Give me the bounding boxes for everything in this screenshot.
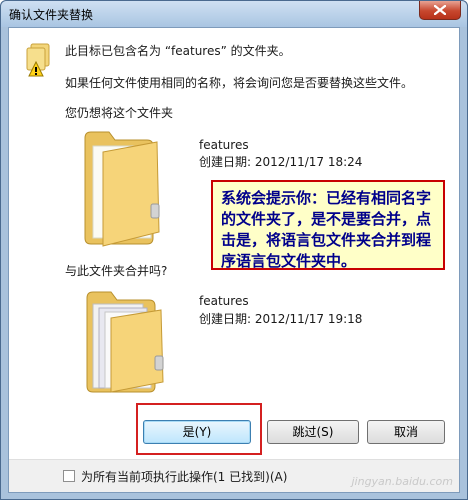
skip-button[interactable]: 跳过(S) (267, 420, 359, 444)
target-folder-name: features (199, 294, 249, 308)
confirm-folder-replace-dialog: 确认文件夹替换 此目标已包含名为 “features” 的文件夹。 如果任何文件… (0, 0, 468, 500)
dialog-content: 此目标已包含名为 “features” 的文件夹。 如果任何文件使用相同的名称，… (8, 27, 460, 493)
options-bar: 为所有当前项执行此操作(1 已找到)(A) jingyan.baidu.com (9, 459, 459, 492)
header-line2: 如果任何文件使用相同的名称，将会询问您是否要替换这些文件。 (65, 76, 414, 90)
watermark: jingyan.baidu.com (351, 475, 453, 488)
merge-question: 与此文件夹合并吗? (65, 264, 168, 278)
target-folder-icon[interactable] (81, 290, 167, 398)
source-folder-name: features (199, 138, 249, 152)
source-folder-date: 创建日期: 2012/11/17 18:24 (199, 155, 363, 169)
cancel-button[interactable]: 取消 (367, 420, 445, 444)
annotation-callout: 系统会提示你：已经有相同名字的文件夹了，是不是要合并，点击是，将语言包文件夹合并… (211, 180, 445, 270)
apply-to-all-label[interactable]: 为所有当前项执行此操作(1 已找到)(A) (81, 468, 287, 485)
apply-to-all-checkbox[interactable] (63, 470, 75, 482)
header-line1: 此目标已包含名为 “features” 的文件夹。 (65, 44, 291, 58)
target-folder-date: 创建日期: 2012/11/17 19:18 (199, 312, 363, 326)
window-title: 确认文件夹替换 (9, 8, 94, 22)
close-button[interactable] (419, 1, 461, 20)
source-folder-icon[interactable] (79, 128, 165, 254)
close-icon (434, 5, 446, 15)
yes-button[interactable]: 是(Y) (143, 420, 251, 444)
title-bar[interactable]: 确认文件夹替换 (1, 1, 467, 27)
header-line3: 您仍想将这个文件夹 (65, 106, 174, 120)
folder-warning-icon (21, 42, 51, 82)
